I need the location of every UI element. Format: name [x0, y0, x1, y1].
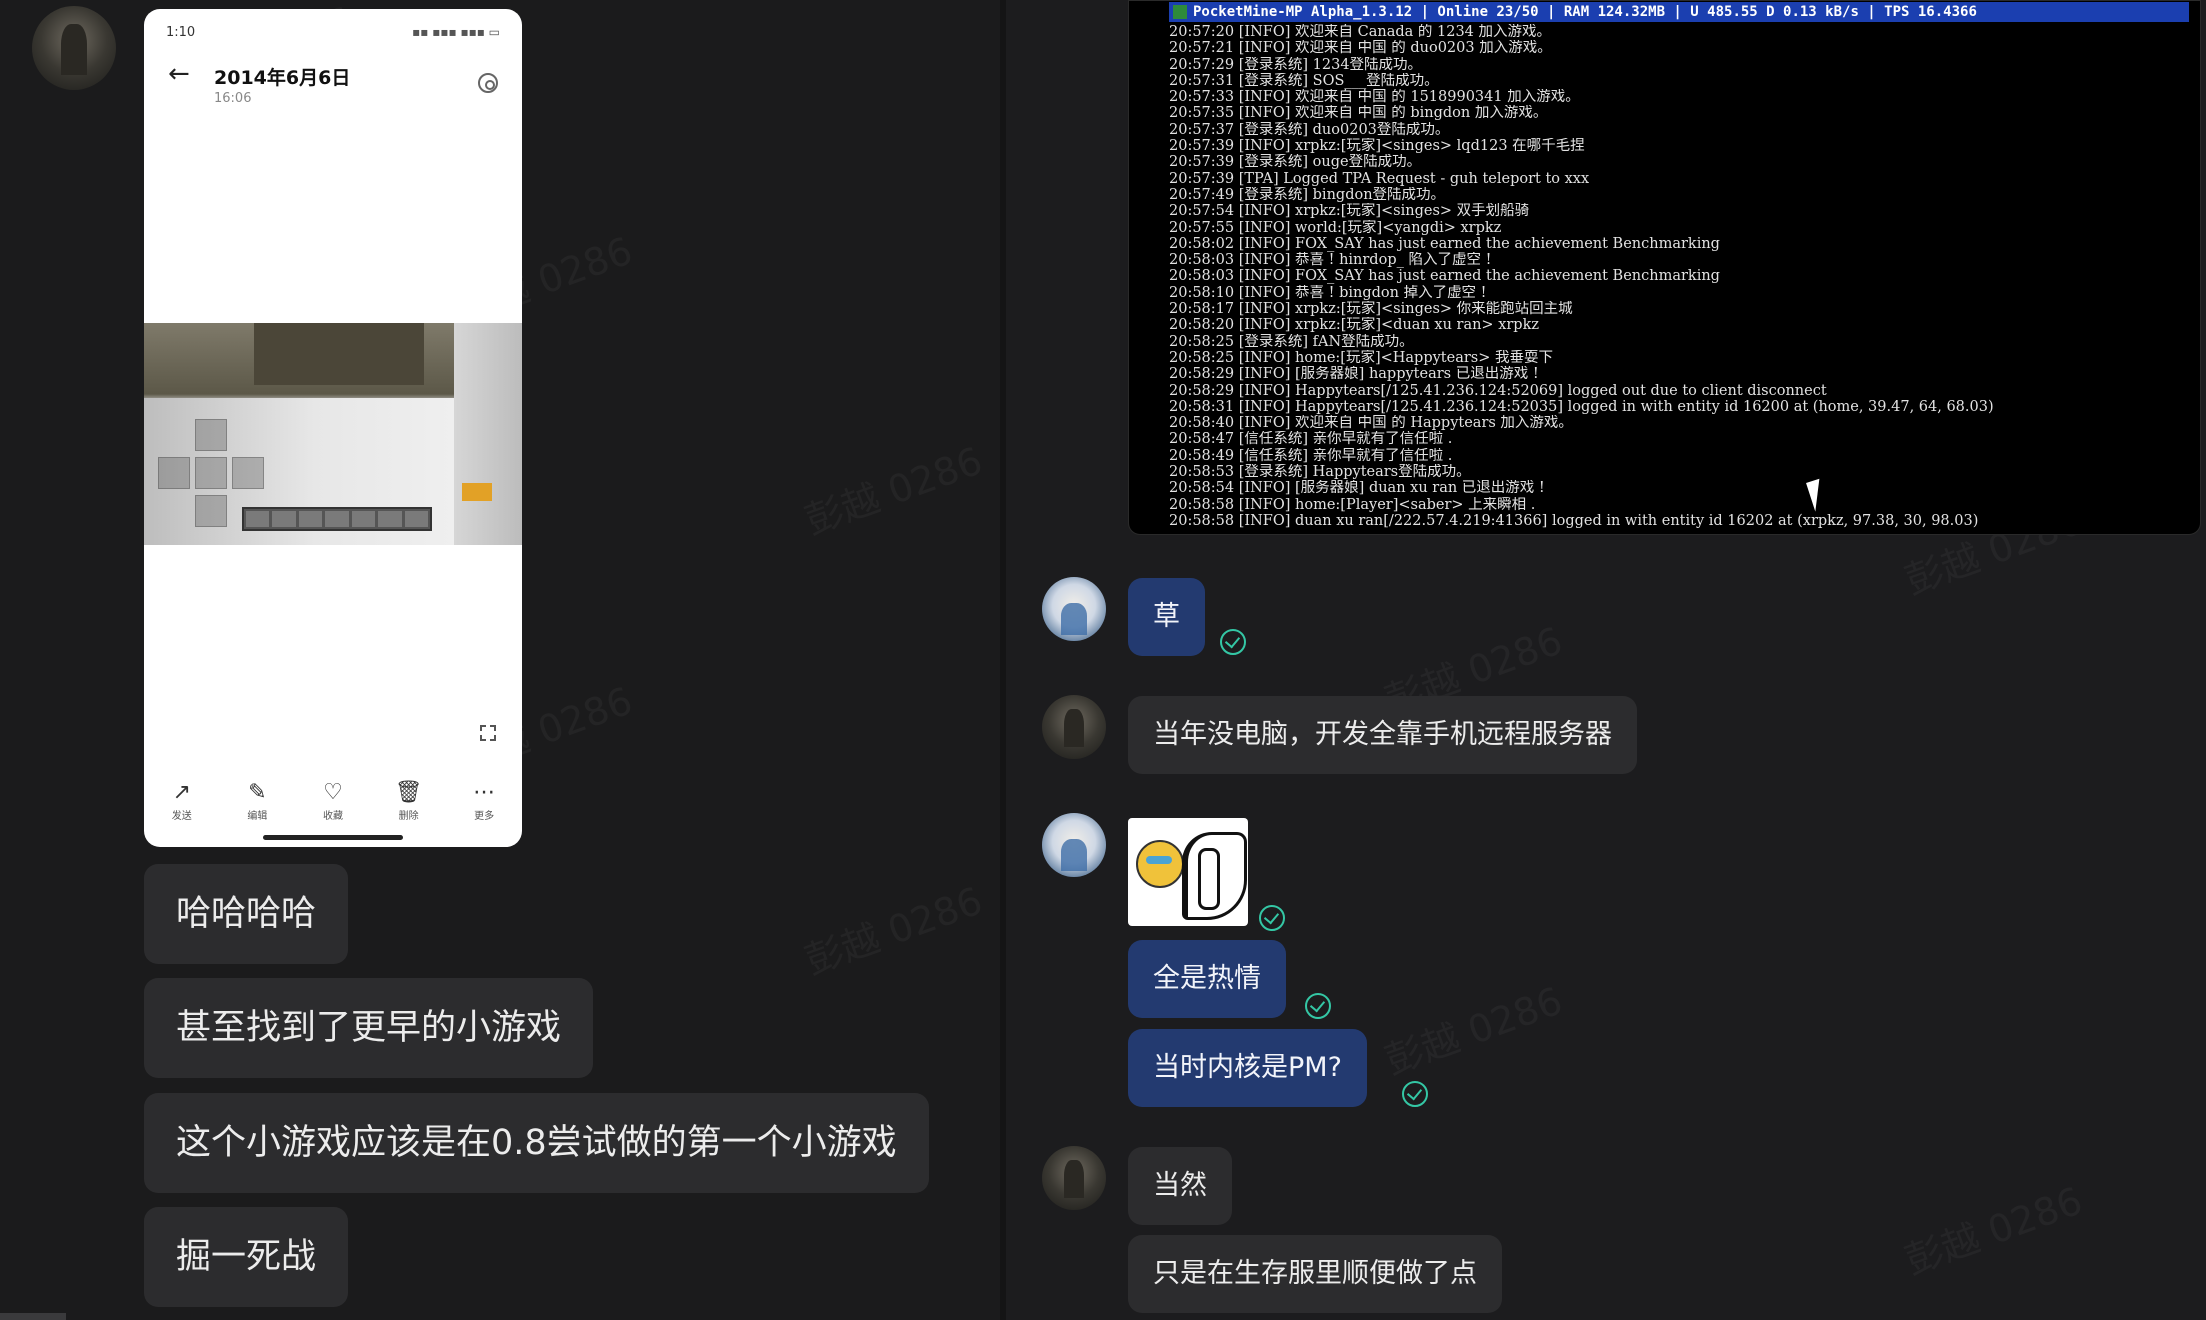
terminal-line: 20:58:58 [INFO] home:[Player]<saber> 上来瞬…: [1169, 496, 1536, 513]
message-bubble[interactable]: 草: [1128, 578, 1205, 656]
terminal-screenshot-image[interactable]: PocketMine-MP Alpha_1.3.12 | Online 23/5…: [1128, 0, 2201, 535]
terminal-line: 20:57:35 [INFO] 欢迎来自 中国 的 bingdon 加入游戏。: [1169, 105, 1548, 122]
terminal-line: 20:58:29 [INFO] Happytears[/125.41.236.1…: [1169, 382, 1827, 399]
action-label: 收藏: [322, 811, 343, 822]
terminal-line: 20:58:40 [INFO] 欢迎来自 中国 的 Happytears 加入游…: [1169, 415, 1573, 432]
phone-action-bar: ↗ 发送 ✎ 编辑 ♡ 收藏 🗑 删除 ⋯ 更多: [144, 780, 522, 823]
message-bubble[interactable]: 这个小游戏应该是在0.8尝试做的第一个小游戏: [144, 1093, 929, 1193]
terminal-line: 20:58:47 [信任系统] 亲你早就有了信任啦 .: [1169, 431, 1453, 448]
message-bubble[interactable]: 哈哈哈哈: [144, 864, 349, 964]
delete-action[interactable]: 🗑 删除: [379, 780, 439, 823]
avatar[interactable]: [1042, 813, 1106, 877]
more-icon: ⋯: [473, 780, 496, 805]
terminal-line: 20:58:49 [信任系统] 亲你早就有了信任啦 .: [1169, 447, 1453, 464]
avatar[interactable]: [1042, 577, 1106, 641]
edit-icon: ✎: [248, 780, 267, 805]
phone-screenshot-image[interactable]: 1:10 ▪▪ ▪▪▪ ▪▪▪ ▭ ← 2014年6月6日 16:06 ↗ 发送 …: [144, 9, 522, 847]
terminal-line: 20:58:31 [INFO] Happytears[/125.41.236.1…: [1169, 398, 1994, 415]
read-check-icon: [1305, 993, 1331, 1019]
message-bubble[interactable]: 只是在生存服里顺便做了点: [1128, 1235, 1502, 1313]
terminal-line: 20:58:25 [登录系统] fAN登陆成功。: [1169, 333, 1414, 350]
home-indicator: [263, 835, 403, 840]
terminal-line: 20:58:20 [INFO] xrpkz:[玩家]<duan xu ran> …: [1169, 317, 1540, 334]
message-bubble[interactable]: 当时内核是PM?: [1128, 1029, 1367, 1107]
terminal-line: 20:57:54 [INFO] xrpkz:[玩家]<singes> 双手划船骑: [1169, 203, 1530, 220]
dpad-right-icon: [232, 457, 264, 489]
message-bubble[interactable]: 全是热情: [1128, 940, 1286, 1018]
avatar[interactable]: [1042, 1146, 1106, 1210]
terminal-title-bar: PocketMine-MP Alpha_1.3.12 | Online 23/5…: [1169, 2, 2189, 22]
game-screenshot: [144, 323, 522, 545]
edit-action[interactable]: ✎ 编辑: [227, 780, 287, 823]
sticker-face: [1136, 840, 1184, 888]
terminal-line: 20:57:37 [登录系统] duo0203登陆成功。: [1169, 121, 1450, 138]
share-action[interactable]: ↗ 发送: [152, 780, 212, 823]
phone-status-time: 1:10: [166, 25, 196, 40]
game-torch: [462, 483, 492, 501]
game-hotbar: [242, 507, 432, 531]
terminal-line: 20:58:29 [INFO] [服务器娘] happytears 已退出游戏 …: [1169, 366, 1539, 383]
terminal-line: 20:57:55 [INFO] world:[玩家]<yangdi> xrpkz: [1169, 219, 1502, 236]
action-label: 编辑: [247, 811, 268, 822]
terminal-line: 20:57:31 [登录系统] SOS___登陆成功。: [1169, 72, 1439, 89]
action-label: 删除: [398, 811, 419, 822]
terminal-line: 20:57:49 [登录系统] bingdon登陆成功。: [1169, 186, 1446, 203]
terminal-line: 20:57:39 [TPA] Logged TPA Request - guh …: [1169, 170, 1590, 187]
avatar[interactable]: [32, 6, 116, 90]
dpad-left-icon: [158, 457, 190, 489]
terminal-line: 20:57:33 [INFO] 欢迎来自 中国 的 1518990341 加入游…: [1169, 89, 1580, 106]
terminal-line: 20:58:02 [INFO] FOX_SAY has just earned …: [1169, 235, 1720, 252]
terminal-line: 20:57:20 [INFO] 欢迎来自 Canada 的 1234 加入游戏。: [1169, 24, 1552, 40]
dpad-up-icon: [195, 419, 227, 451]
terminal-line: 20:57:29 [登录系统] 1234登陆成功。: [1169, 56, 1423, 73]
heart-icon: ♡: [323, 780, 343, 805]
sticker-image[interactable]: [1128, 818, 1248, 926]
favorite-action[interactable]: ♡ 收藏: [303, 780, 363, 823]
dpad-down-icon: [195, 495, 227, 527]
terminal-line: 20:58:54 [INFO] [服务器娘] duan xu ran 已退出游戏…: [1169, 480, 1545, 497]
terminal-line: 20:58:03 [INFO] FOX_SAY has just earned …: [1169, 268, 1720, 285]
scroll-fragment: [0, 1313, 66, 1320]
terminal-line: 20:57:39 [登录系统] ouge登陆成功。: [1169, 154, 1422, 171]
settings-icon[interactable]: [478, 73, 498, 93]
dpad-center-icon: [195, 457, 227, 489]
terminal-line: 20:58:03 [INFO] 恭喜 ! hinrdop_ 陷入了虚空 !: [1169, 252, 1492, 269]
sticker-scribble: [1198, 848, 1220, 910]
terminal-line: 20:57:21 [INFO] 欢迎来自 中国 的 duo0203 加入游戏。: [1169, 40, 1552, 57]
message-bubble[interactable]: 掘一死战: [144, 1207, 349, 1307]
phone-photo-date: 2014年6月6日: [214, 67, 351, 89]
terminal-line: 20:58:58 [INFO] duan xu ran[/222.57.4.21…: [1169, 512, 1979, 529]
terminal-line: 20:58:10 [INFO] 恭喜 ! bingdon 掉入了虚空 !: [1169, 284, 1487, 301]
action-label: 更多: [474, 811, 495, 822]
action-label: 发送: [171, 811, 192, 822]
message-bubble[interactable]: 甚至找到了更早的小游戏: [144, 978, 594, 1078]
game-pillar: [454, 323, 522, 545]
terminal-line: 20:58:17 [INFO] xrpkz:[玩家]<singes> 你来能跑站…: [1169, 301, 1573, 318]
share-icon: ↗: [172, 780, 192, 805]
read-check-icon: [1402, 1081, 1428, 1107]
message-bubble[interactable]: 当年没电脑，开发全靠手机远程服务器: [1128, 696, 1637, 774]
game-ceiling: [254, 323, 424, 385]
terminal-log: 20:57:20 [INFO] 欢迎来自 Canada 的 1234 加入游戏。…: [1169, 24, 2199, 529]
read-check-icon: [1259, 905, 1285, 931]
message-bubble[interactable]: 当然: [1128, 1147, 1232, 1225]
terminal-line: 20:57:39 [INFO] xrpkz:[玩家]<singes> lqd12…: [1169, 138, 1585, 155]
avatar[interactable]: [1042, 695, 1106, 759]
more-action[interactable]: ⋯ 更多: [454, 780, 514, 823]
phone-photo-time: 16:06: [214, 91, 252, 106]
trash-icon: 🗑: [394, 780, 423, 805]
expand-icon[interactable]: [480, 725, 496, 741]
terminal-line: 20:58:53 [登录系统] Happytears登陆成功。: [1169, 464, 1471, 481]
terminal-line: 20:58:25 [INFO] home:[玩家]<Happytears> 我垂…: [1169, 349, 1553, 366]
phone-status-icons: ▪▪ ▪▪▪ ▪▪▪ ▭: [412, 25, 500, 39]
back-arrow-icon[interactable]: ←: [168, 61, 190, 87]
read-check-icon: [1220, 629, 1246, 655]
